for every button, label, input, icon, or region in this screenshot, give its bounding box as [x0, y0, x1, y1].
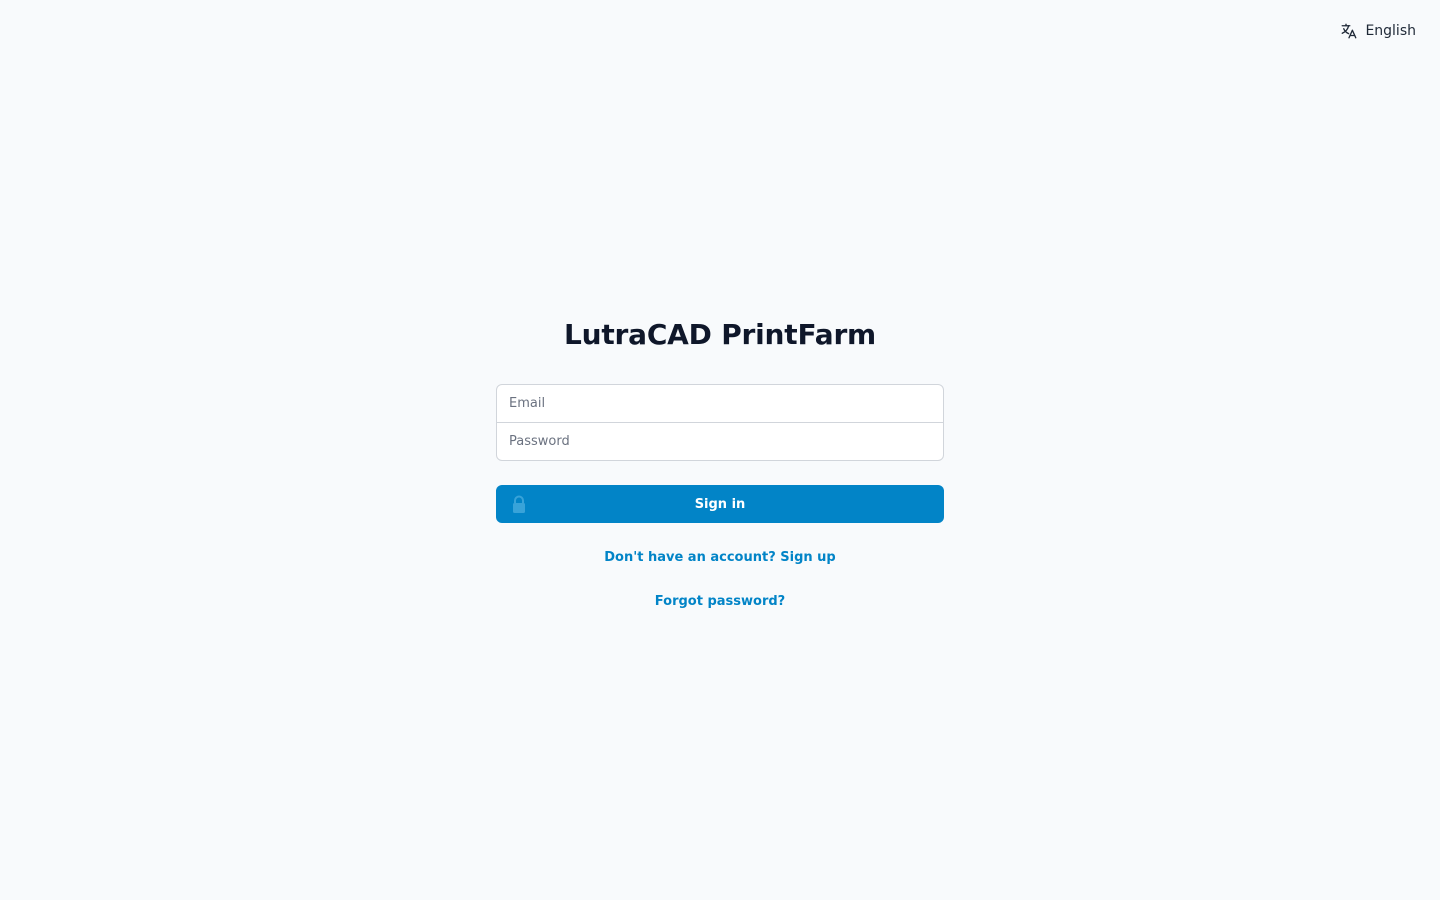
- sign-in-label: Sign in: [694, 496, 746, 512]
- sign-up-link[interactable]: Don't have an account? Sign up: [496, 549, 944, 567]
- language-label: English: [1365, 23, 1416, 39]
- sign-in-button[interactable]: Sign in: [496, 485, 944, 523]
- login-form: LutraCAD PrintFarm Sign in Don't have an…: [496, 316, 944, 611]
- password-field[interactable]: [497, 423, 943, 460]
- app-title: LutraCAD PrintFarm: [563, 318, 877, 351]
- credentials-group: [496, 384, 944, 461]
- lock-icon: [511, 495, 527, 517]
- translate-icon: [1340, 22, 1358, 40]
- email-field[interactable]: [497, 385, 943, 422]
- login-page: English LutraCAD PrintFarm Sign in Don't…: [0, 0, 1440, 900]
- forgot-password-link[interactable]: Forgot password?: [496, 593, 944, 611]
- auth-links: Don't have an account? Sign up Forgot pa…: [496, 549, 944, 611]
- language-switcher[interactable]: English: [1340, 22, 1416, 40]
